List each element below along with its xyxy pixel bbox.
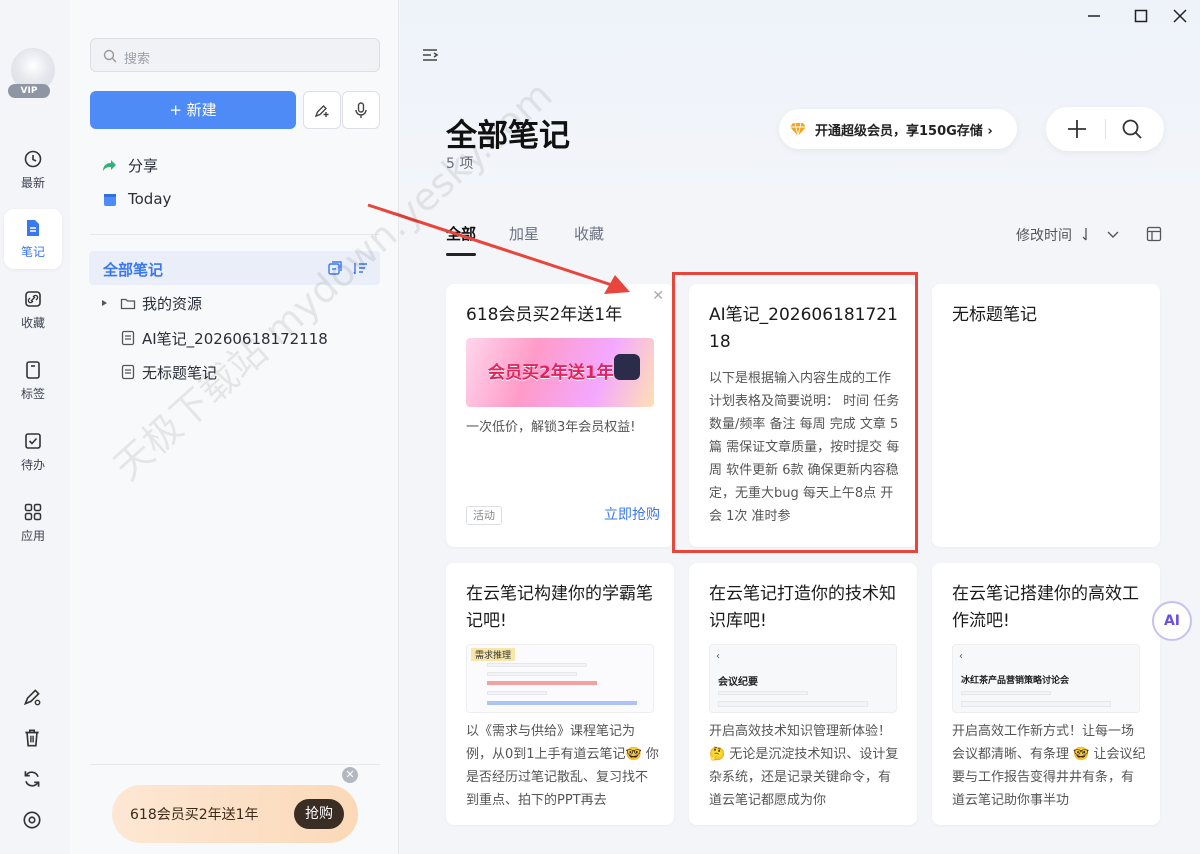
folder-icon bbox=[120, 298, 136, 310]
clip-button[interactable] bbox=[303, 91, 341, 129]
promo-buy-button[interactable]: 抢购 bbox=[294, 799, 344, 829]
microphone-icon bbox=[355, 102, 367, 118]
rail-item-todo[interactable]: 待办 bbox=[4, 422, 62, 482]
card-title: 无标题笔记 bbox=[952, 305, 1037, 325]
sidebar-item-today[interactable]: Today bbox=[102, 190, 302, 210]
promo-banner[interactable]: 618会员买2年送1年 抢购 bbox=[112, 785, 358, 843]
card-title: 在云笔记搭建你的高效工作流吧! bbox=[952, 584, 1139, 631]
note-card-tech[interactable]: 在云笔记打造你的技术知识库吧! ‹ 会议纪要 开启高效技术知识管理新体验！ 🤔 … bbox=[689, 563, 917, 825]
search-icon bbox=[103, 49, 117, 63]
maximize-icon[interactable] bbox=[1131, 6, 1151, 26]
card-title: 在云笔记构建你的学霸笔记吧! bbox=[466, 584, 653, 631]
card-body: 开启高效技术知识管理新体验！ 🤔 无论是沉淀技术知识、设计复杂系统，还是记录关键… bbox=[709, 724, 899, 806]
caret-right-icon[interactable] bbox=[100, 295, 110, 311]
checkbox-icon bbox=[25, 433, 41, 449]
document-icon bbox=[121, 364, 135, 380]
buy-now-link[interactable]: 立即抢购 bbox=[604, 504, 660, 524]
card-thumbnail: ‹ 会议纪要 bbox=[709, 644, 897, 713]
sidebar-divider bbox=[90, 234, 380, 235]
rail-item-tags[interactable]: 标签 bbox=[4, 351, 62, 411]
promo-close-icon[interactable]: ✕ bbox=[342, 767, 358, 783]
back-icon: ‹ bbox=[959, 651, 963, 662]
quick-actions bbox=[1046, 107, 1164, 151]
diamond-icon bbox=[790, 122, 806, 137]
tag-icon bbox=[26, 361, 40, 379]
sort-selector[interactable]: 修改时间 bbox=[1016, 225, 1072, 245]
rail-item-favorites[interactable]: 收藏 bbox=[4, 280, 62, 340]
card-thumbnail: 需求推理 bbox=[466, 644, 654, 713]
voice-button[interactable] bbox=[342, 91, 380, 129]
rail-item-latest[interactable]: 最新 bbox=[4, 140, 62, 200]
bookmark-link-icon bbox=[25, 291, 41, 307]
pen-plus-icon bbox=[314, 105, 329, 118]
pen-settings-icon[interactable] bbox=[21, 686, 43, 708]
card-thumbnail: ‹ 冰红茶产品营销策略讨论会 bbox=[952, 644, 1140, 713]
share-icon bbox=[103, 160, 116, 171]
back-icon: ‹ bbox=[716, 651, 720, 662]
trash-icon[interactable] bbox=[21, 727, 43, 749]
clock-icon bbox=[24, 150, 42, 168]
note-card-promo[interactable]: ✕ 618会员买2年送1年 会员买2年送1年 一次低价，解锁3年会员权益! 活动… bbox=[446, 284, 674, 547]
vip-upgrade-banner[interactable]: 开通超级会员，享150G存储 › bbox=[779, 109, 1017, 149]
sidebar-item-share[interactable]: 分享 bbox=[102, 155, 302, 175]
note-icon bbox=[27, 220, 39, 236]
chevron-down-icon[interactable] bbox=[1105, 226, 1121, 242]
nav-rail: VIP 最新 笔记 收藏 标签 待办 应用 bbox=[0, 0, 70, 854]
sort-direction-icon[interactable] bbox=[1080, 226, 1096, 242]
plus-icon[interactable] bbox=[1066, 118, 1088, 140]
sync-icon[interactable] bbox=[21, 768, 43, 790]
annotation-highlight-box bbox=[672, 272, 918, 553]
search-placeholder: 搜索 bbox=[124, 52, 151, 67]
document-icon bbox=[121, 330, 135, 346]
settings-icon[interactable] bbox=[21, 809, 43, 831]
toggle-sidebar-icon[interactable] bbox=[421, 46, 439, 64]
sidebar: 搜索 + 新建 分享 Today 全部笔记 我的资源 AI笔记_20260618… bbox=[70, 0, 399, 854]
separator bbox=[1105, 119, 1106, 139]
close-icon[interactable] bbox=[1170, 6, 1190, 26]
rail-item-notes[interactable]: 笔记 bbox=[4, 209, 62, 269]
note-card-untitled[interactable]: 无标题笔记 bbox=[932, 284, 1160, 547]
robot-icon bbox=[614, 354, 640, 380]
card-body: 一次低价，解锁3年会员权益! bbox=[466, 420, 636, 435]
vip-badge: VIP bbox=[8, 84, 50, 98]
today-icon bbox=[104, 194, 116, 206]
ai-assistant-button[interactable]: AI bbox=[1152, 601, 1192, 641]
card-body: 开启高效工作新方式！让每一场会议都清晰、有条理 🤓 让会议纪要与工作报告变得井井… bbox=[952, 724, 1146, 806]
note-card-study[interactable]: 在云笔记构建你的学霸笔记吧! 需求推理 以《需求与供给》课程笔记为例，从0到1上… bbox=[446, 563, 674, 825]
search-icon[interactable] bbox=[1121, 118, 1143, 140]
promo-banner-image: 会员买2年送1年 bbox=[466, 338, 654, 407]
new-note-button[interactable]: + 新建 bbox=[90, 91, 296, 129]
search-input[interactable]: 搜索 bbox=[90, 38, 380, 72]
card-title: 618会员买2年送1年 bbox=[466, 305, 623, 325]
card-body: 以《需求与供给》课程笔记为例，从0到1上手有道云笔记🤓 你是否经历过笔记散乱、复… bbox=[466, 724, 659, 806]
card-tag: 活动 bbox=[466, 506, 502, 525]
minimize-icon[interactable] bbox=[1084, 6, 1104, 26]
sidebar-divider bbox=[90, 764, 380, 765]
rail-item-apps[interactable]: 应用 bbox=[4, 493, 62, 553]
layout-toggle-icon[interactable] bbox=[1146, 226, 1162, 242]
card-title: 在云笔记打造你的技术知识库吧! bbox=[709, 584, 896, 631]
note-card-workflow[interactable]: 在云笔记搭建你的高效工作流吧! ‹ 冰红茶产品营销策略讨论会 开启高效工作新方式… bbox=[932, 563, 1160, 825]
apps-grid-icon bbox=[24, 503, 42, 521]
